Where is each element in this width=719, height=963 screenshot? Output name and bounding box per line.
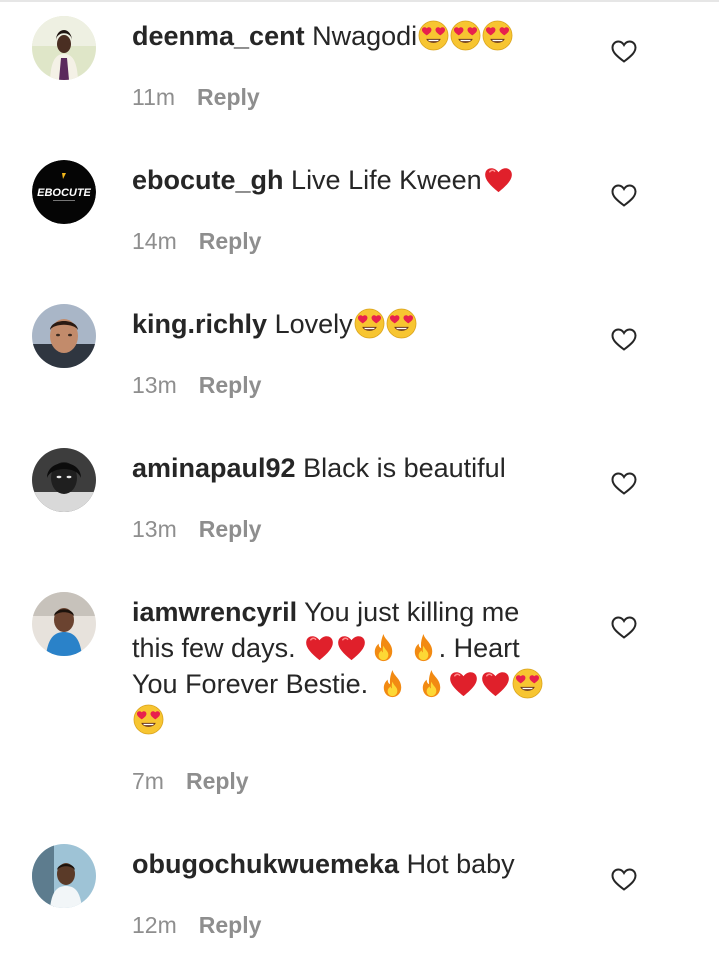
like-heart-icon[interactable] xyxy=(611,868,637,892)
avatar[interactable] xyxy=(32,304,96,368)
top-divider xyxy=(0,0,719,2)
heart-eyes-emoji-icon xyxy=(133,704,164,735)
comment-text: iamwrencyril You just killing me this fe… xyxy=(132,594,562,738)
comment-username[interactable]: king.richly xyxy=(132,309,267,339)
comment-text: aminapaul92 Black is beautiful xyxy=(132,450,562,486)
comment-meta: 12m Reply xyxy=(132,912,261,939)
red-heart-emoji-icon xyxy=(336,632,367,663)
comment-username[interactable]: iamwrencyril xyxy=(132,597,297,627)
comment-body: Live Life Kween xyxy=(291,165,482,195)
fire-emoji-icon xyxy=(368,632,399,663)
comment-time: 11m xyxy=(132,84,176,110)
comment-meta: 14m Reply xyxy=(132,228,261,255)
heart-eyes-emoji-icon xyxy=(418,20,449,51)
comment-text: ebocute_gh Live Life Kween xyxy=(132,162,562,198)
fire-emoji-icon xyxy=(416,668,447,699)
like-heart-icon[interactable] xyxy=(611,472,637,496)
avatar[interactable]: EBOCUTE xyxy=(32,160,96,224)
heart-eyes-emoji-icon xyxy=(450,20,481,51)
heart-eyes-emoji-icon xyxy=(512,668,543,699)
avatar[interactable] xyxy=(32,448,96,512)
comment-body: Nwagodi xyxy=(312,21,418,51)
red-heart-emoji-icon xyxy=(448,668,479,699)
comment-time: 12m xyxy=(132,912,177,938)
like-heart-icon[interactable] xyxy=(611,616,637,640)
comment-meta: 7m Reply xyxy=(132,768,249,795)
comment-time: 14m xyxy=(132,228,177,254)
comment-time: 13m xyxy=(132,372,177,398)
red-heart-emoji-icon xyxy=(304,632,335,663)
brand-logo-text: EBOCUTE xyxy=(37,187,91,199)
comment-body: Hot baby xyxy=(406,849,515,879)
reply-button[interactable]: Reply xyxy=(197,84,260,110)
fire-emoji-icon xyxy=(377,668,408,699)
comment-username[interactable]: obugochukwuemeka xyxy=(132,849,399,879)
avatar[interactable] xyxy=(32,592,96,656)
reply-button[interactable]: Reply xyxy=(199,912,262,938)
comment-username[interactable]: aminapaul92 xyxy=(132,453,296,483)
comment-time: 13m xyxy=(132,516,177,542)
comment-text: obugochukwuemeka Hot baby xyxy=(132,846,562,882)
comment-text: deenma_cent Nwagodi xyxy=(132,18,562,54)
reply-button[interactable]: Reply xyxy=(199,372,262,398)
fire-emoji-icon xyxy=(408,632,439,663)
comment-meta: 13m Reply xyxy=(132,516,261,543)
reply-button[interactable]: Reply xyxy=(199,516,262,542)
comment-meta: 13m Reply xyxy=(132,372,261,399)
like-heart-icon[interactable] xyxy=(611,328,637,352)
like-heart-icon[interactable] xyxy=(611,184,637,208)
comment-username[interactable]: deenma_cent xyxy=(132,21,305,51)
comment-meta: 11m Reply xyxy=(132,84,260,111)
comment-body: Lovely xyxy=(274,309,353,339)
red-heart-emoji-icon xyxy=(480,668,511,699)
heart-eyes-emoji-icon xyxy=(354,308,385,339)
reply-button[interactable]: Reply xyxy=(186,768,249,794)
heart-eyes-emoji-icon xyxy=(482,20,513,51)
heart-eyes-emoji-icon xyxy=(386,308,417,339)
comment-username[interactable]: ebocute_gh xyxy=(132,165,284,195)
like-heart-icon[interactable] xyxy=(611,40,637,64)
comment-time: 7m xyxy=(132,768,164,794)
red-heart-emoji-icon xyxy=(483,164,514,195)
comment-body: Black is beautiful xyxy=(303,453,506,483)
avatar[interactable] xyxy=(32,844,96,908)
comment-text: king.richly Lovely xyxy=(132,306,562,342)
avatar[interactable] xyxy=(32,16,96,80)
reply-button[interactable]: Reply xyxy=(199,228,262,254)
